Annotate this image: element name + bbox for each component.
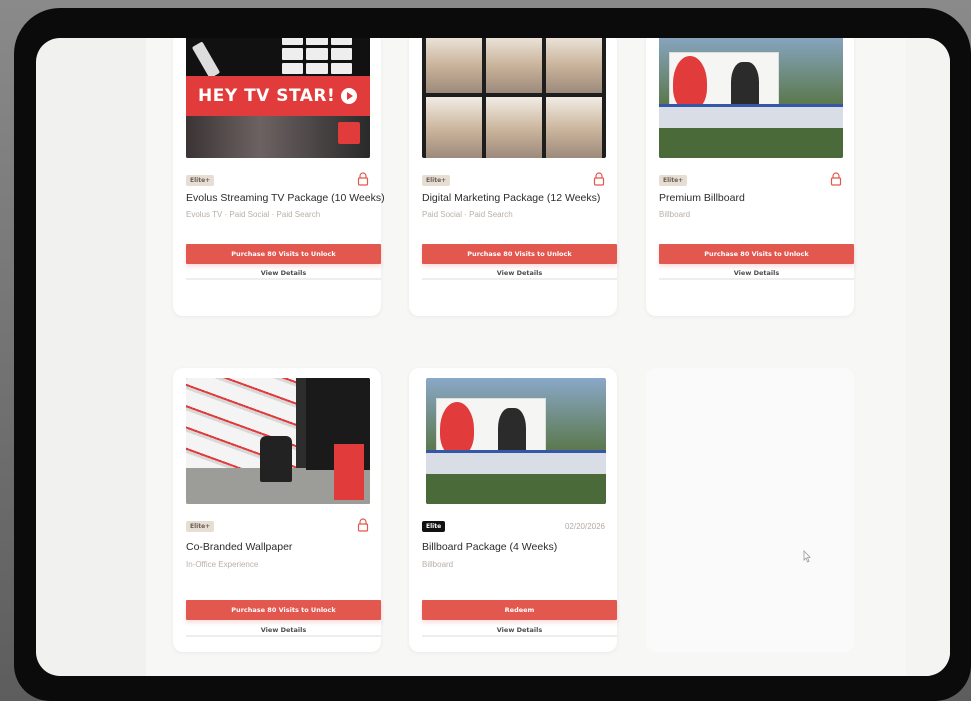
tier-badge: Elite+ [659,175,688,186]
empty-card-slot [646,368,854,652]
package-thumbnail [426,378,606,504]
package-card-streaming-tv: HEY TV STAR! Elite+ Evolus Streaming TV … [173,38,385,316]
lock-icon [830,172,842,186]
package-thumbnail [186,378,370,504]
tier-badge: Elite+ [422,175,451,186]
play-icon [341,88,358,104]
package-card-digital-marketing: Elite+ Digital Marketing Package (12 Wee… [409,38,617,316]
view-details-button[interactable]: View Details [422,268,617,280]
view-details-button[interactable]: View Details [422,625,617,637]
purchase-unlock-button[interactable]: Purchase 80 Visits to Unlock [186,244,381,264]
package-title: Premium Billboard [659,192,745,204]
tier-badge: Elite+ [186,175,215,186]
thumb-banner-text: HEY TV STAR! [186,76,370,116]
redeem-button[interactable]: Redeem [422,600,617,620]
package-title: Digital Marketing Package (12 Weeks) [422,192,601,204]
tier-badge: Elite+ [186,521,215,532]
package-tags: Billboard [422,560,454,569]
view-details-button[interactable]: View Details [186,268,381,280]
lock-icon [357,518,369,532]
purchase-unlock-button[interactable]: Purchase 80 Visits to Unlock [659,244,854,264]
tablet-screen: HEY TV STAR! Elite+ Evolus Streaming TV … [36,38,950,676]
package-thumbnail [422,38,606,158]
package-tags: Billboard [659,210,691,219]
package-thumbnail: HEY TV STAR! [186,38,370,158]
package-card-premium-billboard: Elite+ Premium Billboard Billboard Purch… [646,38,854,316]
lock-icon [357,172,369,186]
package-title: Co-Branded Wallpaper [186,541,293,553]
package-tags: Paid Social · Paid Search [422,210,513,219]
package-tags: In-Office Experience [186,560,259,569]
package-card-co-branded-wallpaper: Elite+ Co-Branded Wallpaper In-Office Ex… [173,368,381,652]
package-grid: HEY TV STAR! Elite+ Evolus Streaming TV … [146,38,906,676]
lock-icon [593,172,605,186]
package-title: Billboard Package (4 Weeks) [422,541,558,553]
view-details-button[interactable]: View Details [186,625,381,637]
package-tags: Evolus TV · Paid Social · Paid Search [186,210,321,219]
right-gutter [906,38,950,676]
package-thumbnail [659,38,843,158]
pointer-cursor-icon [803,550,811,563]
tier-badge: Elite [422,521,446,532]
purchase-unlock-button[interactable]: Purchase 80 Visits to Unlock [186,600,381,620]
package-card-billboard-package: Elite 02/20/2026 Billboard Package (4 We… [409,368,617,652]
purchase-unlock-button[interactable]: Purchase 80 Visits to Unlock [422,244,617,264]
redeem-date: 02/20/2026 [564,522,605,531]
package-title: Evolus Streaming TV Package (10 Weeks) [186,192,385,204]
view-details-button[interactable]: View Details [659,268,854,280]
